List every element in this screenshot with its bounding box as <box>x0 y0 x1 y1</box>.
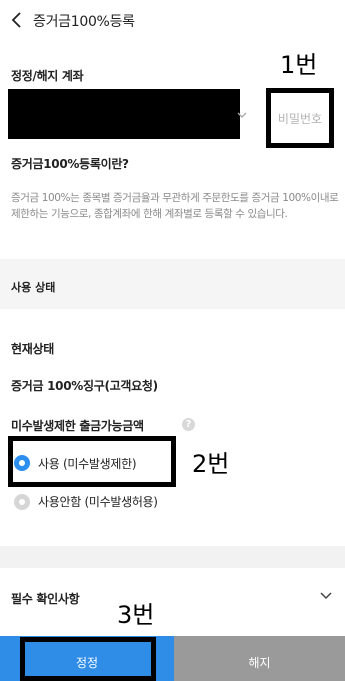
radio-not-use[interactable] <box>14 494 30 510</box>
header-bar: 증거금100%등록 <box>0 0 345 40</box>
password-placeholder: 비밀번호 <box>277 111 323 126</box>
account-redaction <box>8 89 240 139</box>
page-title: 증거금100%등록 <box>33 14 135 30</box>
cancel-button-label: 해지 <box>248 656 271 670</box>
password-input[interactable]: 비밀번호 <box>266 88 334 148</box>
modify-button-label: 정정 <box>75 656 99 670</box>
description-title: 증거금100%등록이란? <box>11 157 129 171</box>
bottom-action-bar: 정정 해지 <box>0 636 345 681</box>
status-section-header: 사용 상태 <box>0 259 345 309</box>
modify-button[interactable]: 정정 <box>0 636 174 681</box>
current-status-label: 현재상태 <box>11 342 54 356</box>
annotation-two: 2번 <box>192 450 230 478</box>
account-label: 정정/해지 계좌 <box>11 69 84 83</box>
radio-use-label[interactable]: 사용 (미수발생제한) <box>38 455 137 472</box>
annotation-three: 3번 <box>117 601 155 629</box>
back-arrow-icon[interactable] <box>10 11 24 29</box>
withdraw-limit-label: 미수발생제한 출금가능금액 <box>11 419 144 433</box>
checklist-label: 필수 확인사항 <box>11 592 80 606</box>
status-section-label: 사용 상태 <box>11 281 56 294</box>
radio-not-use-label[interactable]: 사용안함 (미수발생허용) <box>38 493 158 510</box>
help-icon[interactable]: ? <box>182 418 195 431</box>
description-text: 증거금 100%는 종목별 증거금율과 무관하게 주문한도를 증거금 100%이… <box>11 192 339 220</box>
current-status-value: 증거금 100%징구(고객요청) <box>11 379 158 393</box>
checklist-row[interactable]: 필수 확인사항 <box>0 568 345 628</box>
cancel-button[interactable]: 해지 <box>174 636 345 681</box>
chevron-down-icon[interactable] <box>320 592 332 600</box>
chevron-down-icon[interactable] <box>236 110 248 120</box>
radio-use[interactable] <box>14 455 30 471</box>
section-divider <box>0 546 345 568</box>
annotation-one: 1번 <box>280 51 318 79</box>
